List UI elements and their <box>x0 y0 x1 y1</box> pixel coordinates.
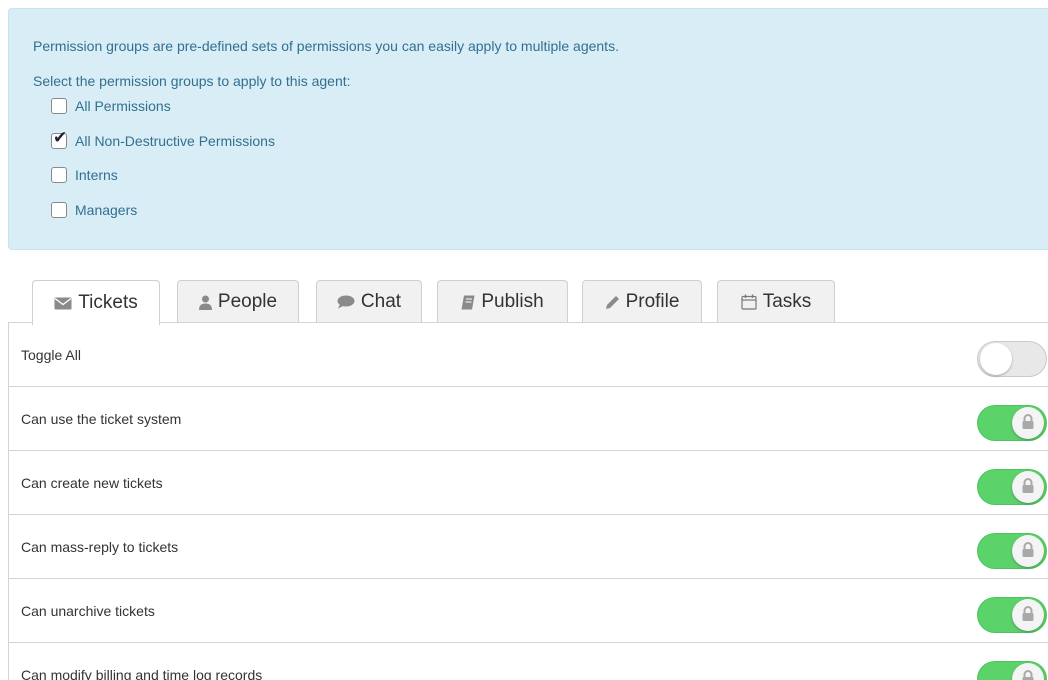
tab-tickets[interactable]: Tickets <box>32 280 160 325</box>
tab-label: Chat <box>360 291 402 312</box>
permission-row-toggle-all: Toggle All <box>9 323 1048 387</box>
lock-icon <box>1022 478 1034 493</box>
tab-label: Publish <box>481 291 544 312</box>
envelope-icon <box>54 297 72 310</box>
permission-groups-panel: Permission groups are pre-defined sets o… <box>8 8 1048 250</box>
permission-label: Toggle All <box>21 346 81 363</box>
tab-tasks[interactable]: Tasks <box>717 280 835 323</box>
tab-publish[interactable]: Publish <box>437 280 568 323</box>
all-non-destructive-checkbox[interactable]: ✔ <box>51 128 67 149</box>
permission-label: Can modify billing and time log records <box>21 666 263 680</box>
permission-switch[interactable] <box>977 405 1047 441</box>
group-option-label: All Non-Destructive Permissions <box>75 133 275 149</box>
toggle-all-switch[interactable] <box>977 341 1047 377</box>
group-option-label: Managers <box>75 202 138 218</box>
tab-label: People <box>217 291 278 312</box>
permission-row: Can mass-reply to tickets <box>9 515 1048 579</box>
group-option-all-non-destructive[interactable]: ✔ All Non-Destructive Permissions <box>51 128 275 152</box>
all-permissions-checkbox[interactable]: ✔ <box>51 98 67 114</box>
permission-switch[interactable] <box>977 661 1047 680</box>
permissions-table: Toggle All Can use the ticket system Can… <box>8 322 1048 680</box>
tab-profile[interactable]: Profile <box>582 280 702 323</box>
tab-chat[interactable]: Chat <box>316 280 422 323</box>
interns-checkbox[interactable]: ✔ <box>51 167 67 183</box>
permission-groups-instruction: Select the permission groups to apply to… <box>33 73 351 89</box>
lock-icon <box>1022 542 1034 557</box>
managers-checkbox[interactable]: ✔ <box>51 202 67 218</box>
group-option-all-permissions[interactable]: ✔ All Permissions <box>51 95 171 117</box>
group-option-label: All Permissions <box>75 98 171 114</box>
permission-switch[interactable] <box>977 533 1047 569</box>
lock-icon <box>1022 414 1034 429</box>
tab-people[interactable]: People <box>177 280 299 323</box>
person-icon <box>198 295 212 310</box>
permission-row: Can create new tickets <box>9 451 1048 515</box>
tab-label: Tasks <box>762 291 812 312</box>
lock-icon <box>1022 670 1034 680</box>
permission-groups-description: Permission groups are pre-defined sets o… <box>33 38 619 54</box>
permission-label: Can mass-reply to tickets <box>21 538 179 555</box>
calendar-icon <box>741 294 757 310</box>
speech-bubble-icon <box>337 295 355 309</box>
group-option-interns[interactable]: ✔ Interns <box>51 164 118 186</box>
permission-row: Can modify billing and time log records <box>9 643 1048 680</box>
permission-row: Can use the ticket system <box>9 387 1048 451</box>
permission-row: Can unarchive tickets <box>9 579 1048 643</box>
pencil-icon <box>605 295 620 310</box>
group-option-managers[interactable]: ✔ Managers <box>51 199 137 221</box>
book-icon <box>461 295 475 310</box>
permission-label: Can create new tickets <box>21 474 163 491</box>
permission-label: Can use the ticket system <box>21 410 182 427</box>
tab-label: Profile <box>625 291 680 312</box>
permission-switch[interactable] <box>977 597 1047 633</box>
permission-label: Can unarchive tickets <box>21 602 155 619</box>
lock-icon <box>1022 606 1034 621</box>
group-option-label: Interns <box>75 167 118 183</box>
tab-label: Tickets <box>78 292 138 313</box>
permission-switch[interactable] <box>977 469 1047 505</box>
